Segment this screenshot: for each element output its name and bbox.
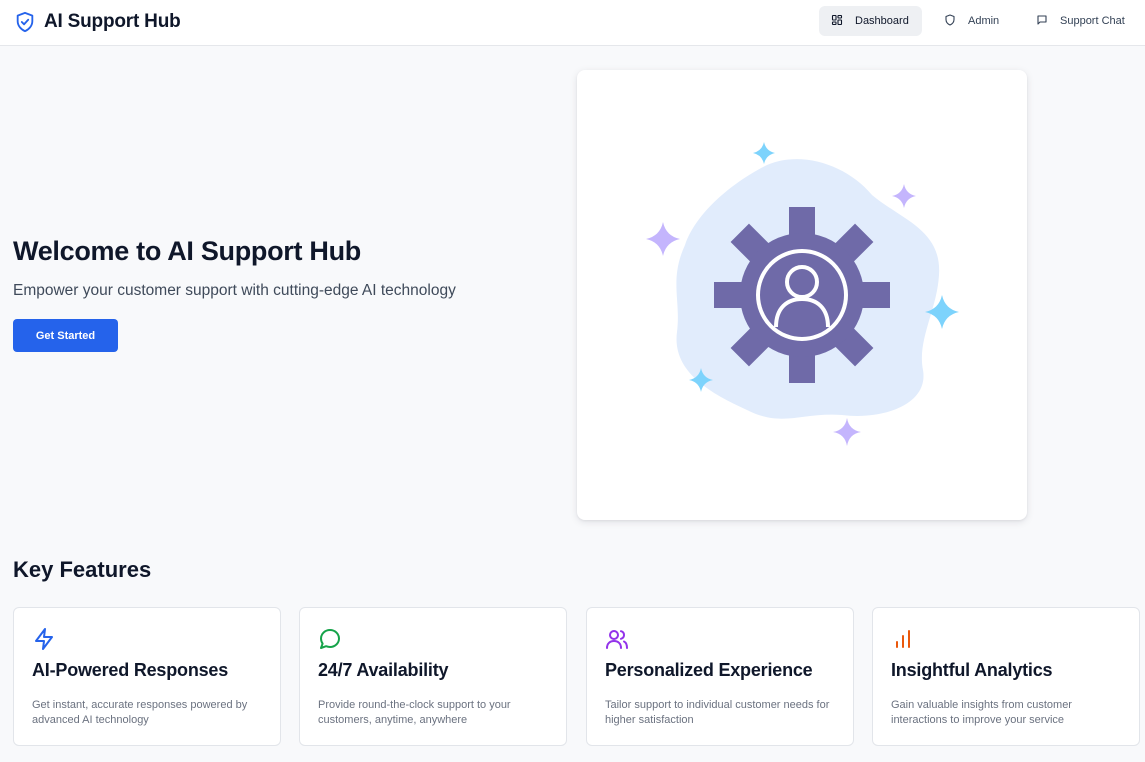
hero-illustration-card [577, 70, 1027, 520]
nav-label-dashboard: Dashboard [855, 15, 909, 27]
nav-label-support-chat: Support Chat [1060, 15, 1125, 27]
get-started-button[interactable]: Get Started [13, 319, 118, 352]
feature-card-analytics: Insightful Analytics Gain valuable insig… [872, 607, 1140, 746]
nav-item-support-chat[interactable]: Support Chat [1024, 6, 1125, 36]
gear-user-illustration [646, 142, 959, 446]
chat-icon [1036, 14, 1060, 29]
brand[interactable]: AI Support Hub [14, 10, 181, 34]
hero-title: Welcome to AI Support Hub [13, 236, 361, 266]
feature-description: Gain valuable insights from customer int… [891, 699, 1072, 726]
app-title: AI Support Hub [44, 11, 181, 32]
feature-description: Get instant, accurate responses powered … [32, 699, 248, 726]
shield-check-icon [14, 10, 36, 34]
feature-description: Tailor support to individual customer ne… [605, 699, 830, 726]
bar-chart-icon [891, 627, 915, 656]
main-nav: Dashboard Admin Support Chat [819, 6, 1125, 36]
feature-title: Personalized Experience [605, 660, 813, 680]
users-icon [605, 627, 629, 656]
nav-item-dashboard[interactable]: Dashboard [819, 6, 922, 36]
feature-title: AI-Powered Responses [32, 660, 229, 680]
feature-title: Insightful Analytics [891, 660, 1053, 680]
feature-card-availability: 24/7 Availability Provide round-the-cloc… [299, 607, 567, 746]
nav-item-admin[interactable]: Admin [932, 6, 1014, 36]
feature-description: Provide round-the-clock support to your … [318, 699, 511, 726]
lightning-icon [32, 627, 56, 656]
feature-card-ai-responses: AI-Powered Responses Get instant, accura… [13, 607, 281, 746]
feature-card-personalized: Personalized Experience Tailor support t… [586, 607, 854, 746]
feature-title: 24/7 Availability [318, 660, 449, 680]
shield-icon [944, 13, 968, 29]
top-navbar: AI Support Hub Dashboard Admin Support C… [0, 0, 1145, 46]
features-heading: Key Features [13, 557, 152, 582]
nav-label-admin: Admin [968, 15, 1000, 27]
hero-subtitle: Empower your customer support with cutti… [13, 282, 456, 299]
message-circle-icon [318, 627, 342, 656]
dashboard-icon [831, 14, 855, 29]
